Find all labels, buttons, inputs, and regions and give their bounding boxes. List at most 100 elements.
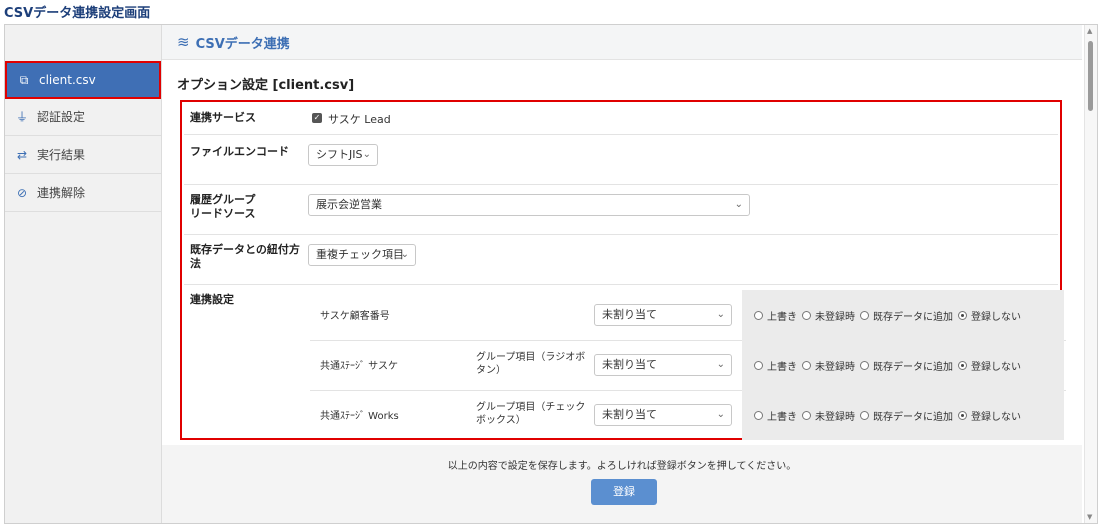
radio-label: 既存データに追加 (873, 361, 953, 373)
encoding-select[interactable]: シフトJIS ⌄ (308, 144, 378, 166)
history-label-line1: 履歴グループ (190, 193, 256, 206)
mapping-select-value: 未割り当て (602, 308, 657, 321)
scrollbar[interactable]: ▲ ▼ (1084, 25, 1097, 523)
radio-label: 未登録時 (815, 411, 855, 423)
mapping-label: 連携設定 (190, 293, 234, 306)
radio-no-register[interactable]: 登録しない (958, 308, 1021, 323)
mapping-row: 連携設定 サスケ顧客番号 未割り当て ⌄ 上書き 未登録時 既存データに追加 登… (184, 284, 1066, 440)
sidebar-item-results[interactable]: ⇄ 実行結果 (5, 136, 161, 174)
mapping-select[interactable]: 未割り当て ⌄ (594, 304, 732, 326)
radio-unregistered[interactable]: 未登録時 (802, 358, 855, 373)
matching-label: 既存データとの紐付方 法 (190, 243, 300, 271)
radio-overwrite[interactable]: 上書き (754, 308, 797, 323)
sidebar-item-auth[interactable]: ⏚ 認証設定 (5, 98, 161, 136)
radio-group: 上書き 未登録時 既存データに追加 登録しない (742, 340, 1064, 390)
radio-unregistered[interactable]: 未登録時 (802, 408, 855, 423)
radio-circle-icon (860, 310, 869, 320)
sidebar-item-label: 実行結果 (37, 148, 86, 162)
radio-label: 登録しない (971, 411, 1021, 423)
radio-circle-icon (802, 360, 811, 370)
app-frame: ⧉ client.csv ⏚ 認証設定 ⇄ 実行結果 ⊘ 連携解除 ≋ CSVデ… (4, 24, 1098, 524)
chevron-down-icon: ⌄ (362, 149, 371, 160)
header-title: CSVデータ連携 (195, 36, 290, 52)
radio-label: 上書き (767, 311, 797, 323)
matching-label-line1: 既存データとの紐付方 (190, 243, 300, 256)
radio-group: 上書き 未登録時 既存データに追加 登録しない (742, 390, 1064, 440)
scroll-up-icon[interactable]: ▲ (1087, 27, 1092, 35)
service-value: サスケ Lead (328, 113, 391, 126)
mapping-select[interactable]: 未割り当て ⌄ (594, 404, 732, 426)
radio-label: 登録しない (971, 311, 1021, 323)
mapping-row-item: サスケ顧客番号 未割り当て ⌄ 上書き 未登録時 既存データに追加 登録しない (310, 290, 1066, 341)
sidebar-item-label: 認証設定 (37, 110, 86, 124)
chevron-down-icon: ⌄ (400, 249, 409, 260)
sync-icon: ⇄ (16, 147, 28, 162)
encoding-select-value: シフトJIS (316, 148, 363, 161)
radio-label: 上書き (767, 361, 797, 373)
history-row: 履歴グループ リードソース 展示会逆営業 ⌄ (184, 184, 1058, 235)
plug-icon: ⏚ (15, 110, 28, 124)
radio-no-register[interactable]: 登録しない (958, 408, 1021, 423)
radio-circle-icon (754, 410, 763, 420)
history-label: 履歴グループ リードソース (190, 193, 255, 221)
scroll-thumb[interactable] (1088, 41, 1093, 111)
radio-circle-icon (754, 310, 763, 320)
radio-append[interactable]: 既存データに追加 (860, 358, 953, 373)
chevron-down-icon: ⌄ (734, 199, 743, 210)
history-select[interactable]: 展示会逆営業 ⌄ (308, 194, 750, 216)
sidebar: ⧉ client.csv ⏚ 認証設定 ⇄ 実行結果 ⊘ 連携解除 (5, 25, 162, 523)
mapping-select[interactable]: 未割り当て ⌄ (594, 354, 732, 376)
mapping-select-value: 未割り当て (602, 358, 657, 371)
sidebar-item-label: 連携解除 (37, 186, 86, 200)
sidebar-item-label: client.csv (39, 73, 96, 87)
radio-append[interactable]: 既存データに追加 (860, 308, 953, 323)
radio-label: 既存データに追加 (873, 311, 953, 323)
unlink-icon: ⊘ (16, 185, 28, 200)
sidebar-item-client-csv[interactable]: ⧉ client.csv (5, 61, 161, 99)
radio-label: 未登録時 (815, 311, 855, 323)
mapping-field-type: グループ項目（チェックボックス） (476, 402, 586, 426)
footer-note: 以上の内容で設定を保存します。よろしければ登録ボタンを押してください。 (447, 461, 797, 472)
matching-select-value: 重複チェック項目 (316, 248, 404, 261)
encoding-row: ファイルエンコード シフトJIS ⌄ (184, 134, 1058, 185)
page-title: CSVデータ連携設定画面 (4, 6, 151, 21)
radio-circle-icon (860, 360, 869, 370)
service-label: 連携サービス (190, 111, 256, 124)
footer: 以上の内容で設定を保存します。よろしければ登録ボタンを押してください。 登録 (162, 445, 1082, 523)
chevron-down-icon: ⌄ (716, 359, 725, 370)
mapping-field-name: サスケ顧客番号 (320, 311, 390, 322)
radio-overwrite[interactable]: 上書き (754, 408, 797, 423)
service-checkbox[interactable]: ✓ (312, 113, 322, 123)
radio-no-register[interactable]: 登録しない (958, 358, 1021, 373)
radio-label: 上書き (767, 411, 797, 423)
radio-circle-icon (802, 310, 811, 320)
radio-overwrite[interactable]: 上書き (754, 358, 797, 373)
radio-label: 既存データに追加 (873, 411, 953, 423)
service-row: 連携サービス ✓ サスケ Lead (184, 102, 1058, 135)
radio-group: 上書き 未登録時 既存データに追加 登録しない (742, 290, 1064, 340)
mapping-select-value: 未割り当て (602, 408, 657, 421)
mapping-field-type: グループ項目（ラジオボタン） (476, 352, 586, 376)
main-header: ≋ CSVデータ連携 (162, 25, 1082, 60)
radio-circle-icon (802, 410, 811, 420)
radio-unregistered[interactable]: 未登録時 (802, 308, 855, 323)
encoding-label: ファイルエンコード (190, 145, 289, 158)
mapping-row-item: 共通ｽﾃｰｼﾞ Works グループ項目（チェックボックス） 未割り当て ⌄ 上… (310, 390, 1066, 440)
matching-row: 既存データとの紐付方 法 重複チェック項目 ⌄ (184, 234, 1058, 285)
radio-circle-icon (958, 410, 967, 420)
radio-circle-icon (958, 310, 967, 320)
radio-append[interactable]: 既存データに追加 (860, 408, 953, 423)
radio-circle-icon (860, 410, 869, 420)
chevron-down-icon: ⌄ (716, 309, 725, 320)
history-select-value: 展示会逆営業 (316, 198, 382, 211)
scroll-down-icon[interactable]: ▼ (1087, 513, 1092, 521)
mapping-field-name: 共通ｽﾃｰｼﾞ サスケ (320, 361, 398, 372)
matching-label-line2: 法 (190, 257, 201, 270)
main-content: ≋ CSVデータ連携 オプション設定 [client.csv] 連携サービス ✓… (162, 25, 1082, 523)
file-csv-icon: ⧉ (19, 72, 29, 87)
mapping-field-name: 共通ｽﾃｰｼﾞ Works (320, 411, 399, 422)
radio-label: 未登録時 (815, 361, 855, 373)
register-button[interactable]: 登録 (591, 479, 657, 505)
matching-select[interactable]: 重複チェック項目 ⌄ (308, 244, 416, 266)
sidebar-item-unlink[interactable]: ⊘ 連携解除 (5, 174, 161, 212)
